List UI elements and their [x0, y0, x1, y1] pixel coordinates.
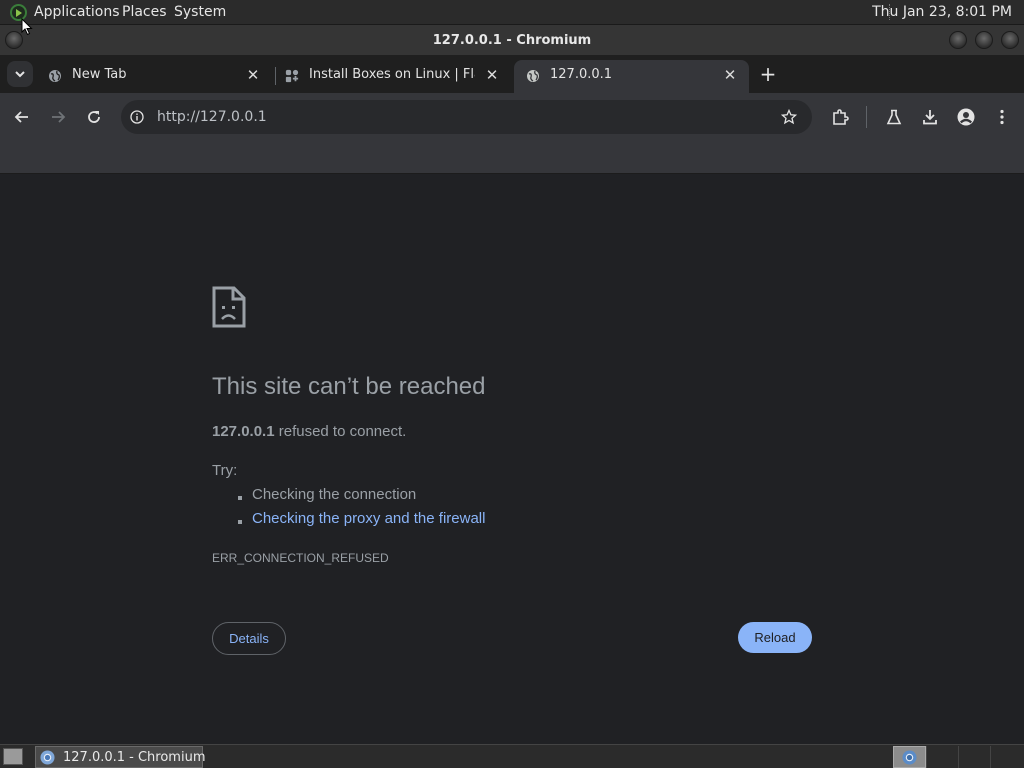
taskbar: 127.0.0.1 - Chromium [0, 744, 1024, 768]
taskbar-window-label: 127.0.0.1 - Chromium [63, 750, 206, 765]
workspace-4[interactable] [990, 746, 1022, 768]
globe-icon [49, 70, 61, 82]
new-tab-button[interactable]: + [757, 63, 779, 85]
tab-title: 127.0.0.1 [550, 67, 613, 82]
error-message: refused to connect. [274, 423, 407, 440]
more-vert-icon [1000, 109, 1004, 125]
error-host: 127.0.0.1 [212, 423, 275, 440]
menu-applications[interactable]: Applications [34, 0, 120, 24]
reload-toolbar-button[interactable] [82, 105, 106, 129]
url-text[interactable]: http://127.0.0.1 [157, 100, 267, 134]
tab-search-button[interactable] [7, 61, 33, 87]
download-icon [923, 110, 937, 125]
tab-new-tab[interactable]: New Tab ✕ [36, 60, 272, 93]
bullet [238, 520, 242, 524]
workspace-2[interactable] [926, 746, 958, 768]
close-window-button[interactable] [1001, 31, 1019, 49]
bullet [238, 496, 242, 500]
try-label: Try: [212, 462, 238, 479]
error-description: 127.0.0.1 refused to connect. [212, 423, 406, 440]
flask-icon [886, 109, 902, 125]
workspace-3[interactable] [958, 746, 990, 768]
menu-places[interactable]: Places [122, 0, 167, 24]
show-desktop-icon[interactable] [3, 748, 23, 765]
extensions-button[interactable] [828, 105, 852, 129]
downloads-button[interactable] [918, 105, 942, 129]
reload-button[interactable]: Reload [738, 622, 812, 653]
suggestion-check-connection: Checking the connection [252, 486, 417, 503]
account-icon [957, 108, 975, 126]
globe-icon [527, 70, 539, 82]
back-button[interactable] [10, 105, 34, 129]
arrow-left-icon [14, 111, 28, 123]
toolbar-separator [866, 106, 867, 128]
star-icon[interactable] [781, 109, 797, 125]
labs-button[interactable] [882, 105, 906, 129]
address-bar[interactable]: http://127.0.0.1 [121, 100, 812, 134]
window-title: 127.0.0.1 - Chromium [432, 33, 592, 48]
bookmark-bar [0, 141, 1024, 174]
chromium-icon [902, 750, 917, 765]
menu-system[interactable]: System [174, 0, 226, 24]
minimize-button[interactable] [949, 31, 967, 49]
tab-title: New Tab [72, 67, 127, 82]
close-icon[interactable]: ✕ [246, 66, 260, 84]
mouse-cursor-icon [21, 18, 33, 36]
menu-button[interactable] [990, 105, 1014, 129]
details-button[interactable]: Details [212, 622, 286, 655]
puzzle-icon [833, 109, 849, 125]
error-page: This site can’t be reached 127.0.0.1 ref… [0, 174, 1024, 744]
info-icon[interactable] [130, 110, 144, 124]
workspace-1[interactable] [893, 746, 926, 768]
flathub-icon [285, 69, 299, 83]
suggestion-proxy-firewall-link[interactable]: Checking the proxy and the firewall [252, 510, 485, 527]
browser-toolbar: http://127.0.0.1 [0, 93, 1024, 141]
sad-page-icon [212, 286, 246, 328]
forward-button[interactable] [46, 105, 70, 129]
top-panel: Applications Places System Thu Jan 23, 8… [0, 0, 1024, 24]
taskbar-window-button[interactable]: 127.0.0.1 - Chromium [35, 746, 206, 768]
tab-title: Install Boxes on Linux | Flathub [309, 67, 475, 82]
maximize-button[interactable] [975, 31, 993, 49]
profile-button[interactable] [954, 105, 978, 129]
window-title-bar[interactable]: 127.0.0.1 - Chromium [0, 24, 1024, 55]
arrow-right-icon [52, 111, 66, 123]
chromium-icon [40, 750, 55, 765]
error-code: ERR_CONNECTION_REFUSED [212, 551, 389, 565]
tab-flathub[interactable]: Install Boxes on Linux | Flathub ✕ [273, 60, 511, 93]
tab-strip: New Tab ✕ Install Boxes on Linux | Flath… [0, 55, 1024, 93]
tab-localhost[interactable]: 127.0.0.1 ✕ [514, 60, 749, 93]
refresh-icon [88, 111, 100, 123]
close-icon[interactable]: ✕ [723, 66, 737, 84]
error-heading: This site can’t be reached [212, 373, 486, 400]
clock[interactable]: Thu Jan 23, 8:01 PM [872, 0, 1012, 24]
chevron-down-icon [15, 71, 25, 78]
close-icon[interactable]: ✕ [485, 66, 499, 84]
